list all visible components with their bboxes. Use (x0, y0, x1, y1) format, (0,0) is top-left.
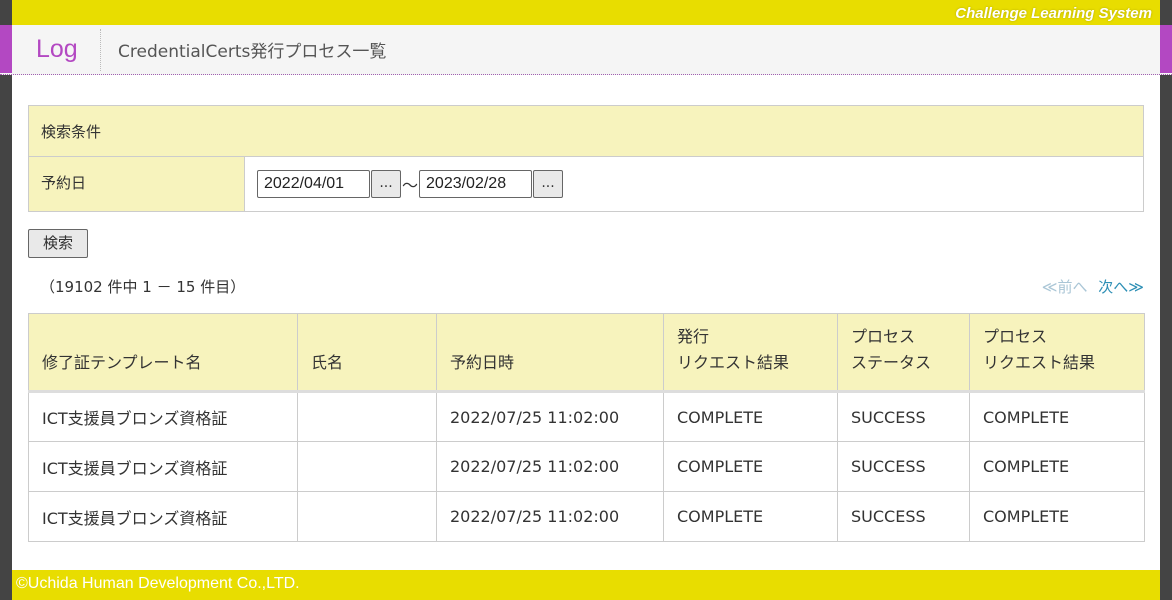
cell-process-result-link[interactable]: COMPLETE (969, 441, 1145, 492)
cell-process-status: SUCCESS (837, 391, 970, 442)
date-from-input[interactable] (257, 170, 370, 198)
column-header-process-result: プロセス リクエスト結果 (969, 313, 1145, 393)
date-from-calendar-button[interactable]: ... (371, 170, 401, 198)
cell-process-result-link[interactable]: COMPLETE (969, 491, 1145, 542)
frame-right (1160, 0, 1172, 600)
cell-name (297, 391, 437, 442)
column-header-template: 修了証テンプレート名 (28, 313, 298, 393)
footer: ©Uchida Human Development Co.,LTD. (0, 570, 1172, 600)
search-button[interactable]: 検索 (28, 229, 88, 258)
cell-process-result-link[interactable]: COMPLETE (969, 391, 1145, 442)
column-header-name: 氏名 (297, 313, 437, 393)
column-header-process-status: プロセス ステータス (837, 313, 970, 393)
reservation-date-label: 予約日 (29, 157, 245, 211)
cell-process-status: SUCCESS (837, 491, 970, 542)
top-bar: Challenge Learning System (12, 0, 1160, 25)
table-row: ICT支援員ブロンズ資格証 2022/07/25 11:02:00 COMPLE… (28, 391, 1145, 442)
cell-scheduled: 2022/07/25 11:02:00 (436, 441, 664, 492)
cell-template: ICT支援員ブロンズ資格証 (28, 391, 298, 442)
table-row: ICT支援員ブロンズ資格証 2022/07/25 11:02:00 COMPLE… (28, 491, 1145, 542)
cell-issue-result-link[interactable]: COMPLETE (663, 391, 838, 442)
range-separator: ～ (402, 176, 419, 195)
date-to-calendar-button[interactable]: ... (533, 170, 564, 198)
brand-logo-text: Challenge Learning System (955, 5, 1152, 22)
cell-issue-result-link[interactable]: COMPLETE (663, 491, 838, 542)
column-header-issue-result: 発行 リクエスト結果 (663, 313, 838, 393)
next-page-link[interactable]: 次へ≫ (1098, 278, 1144, 296)
page-title: CredentialCerts発行プロセス一覧 (118, 42, 387, 62)
frame-left (0, 0, 12, 600)
section-label: Log (36, 35, 78, 63)
page-header: Log CredentialCerts発行プロセス一覧 (0, 25, 1172, 75)
column-header-scheduled: 予約日時 (436, 313, 664, 393)
cell-process-status: SUCCESS (837, 441, 970, 492)
search-conditions-panel: 検索条件 予約日 ... ～ ... (28, 105, 1144, 212)
cell-issue-result-link[interactable]: COMPLETE (663, 441, 838, 492)
prev-page-link: ≪前へ (1041, 278, 1088, 296)
table-header-row: 修了証テンプレート名 氏名 予約日時 発行 リクエスト結果 プロセス ステータス プ… (28, 313, 1145, 393)
table-row: ICT支援員ブロンズ資格証 2022/07/25 11:02:00 COMPLE… (28, 441, 1145, 492)
cell-scheduled: 2022/07/25 11:02:00 (436, 391, 664, 442)
search-conditions-heading: 検索条件 (29, 106, 1143, 157)
cell-template: ICT支援員ブロンズ資格証 (28, 441, 298, 492)
cell-name (297, 441, 437, 492)
cell-name (297, 491, 437, 542)
cell-template: ICT支援員ブロンズ資格証 (28, 491, 298, 542)
cell-scheduled: 2022/07/25 11:02:00 (436, 491, 664, 542)
date-to-input[interactable] (419, 170, 533, 198)
result-count: （19102 件中 1 － 15 件目） (40, 278, 246, 296)
copyright-text: ©Uchida Human Development Co.,LTD. (16, 575, 300, 592)
pager: ≪前へ 次へ≫ (1042, 276, 1144, 297)
reservation-date-row: 予約日 ... ～ ... (29, 157, 1143, 211)
results-table: 修了証テンプレート名 氏名 予約日時 発行 リクエスト結果 プロセス ステータス プ… (28, 313, 1145, 542)
main-content: 検索条件 予約日 ... ～ ... 検索 （19102 件中 1 － 15 件… (28, 105, 1145, 542)
